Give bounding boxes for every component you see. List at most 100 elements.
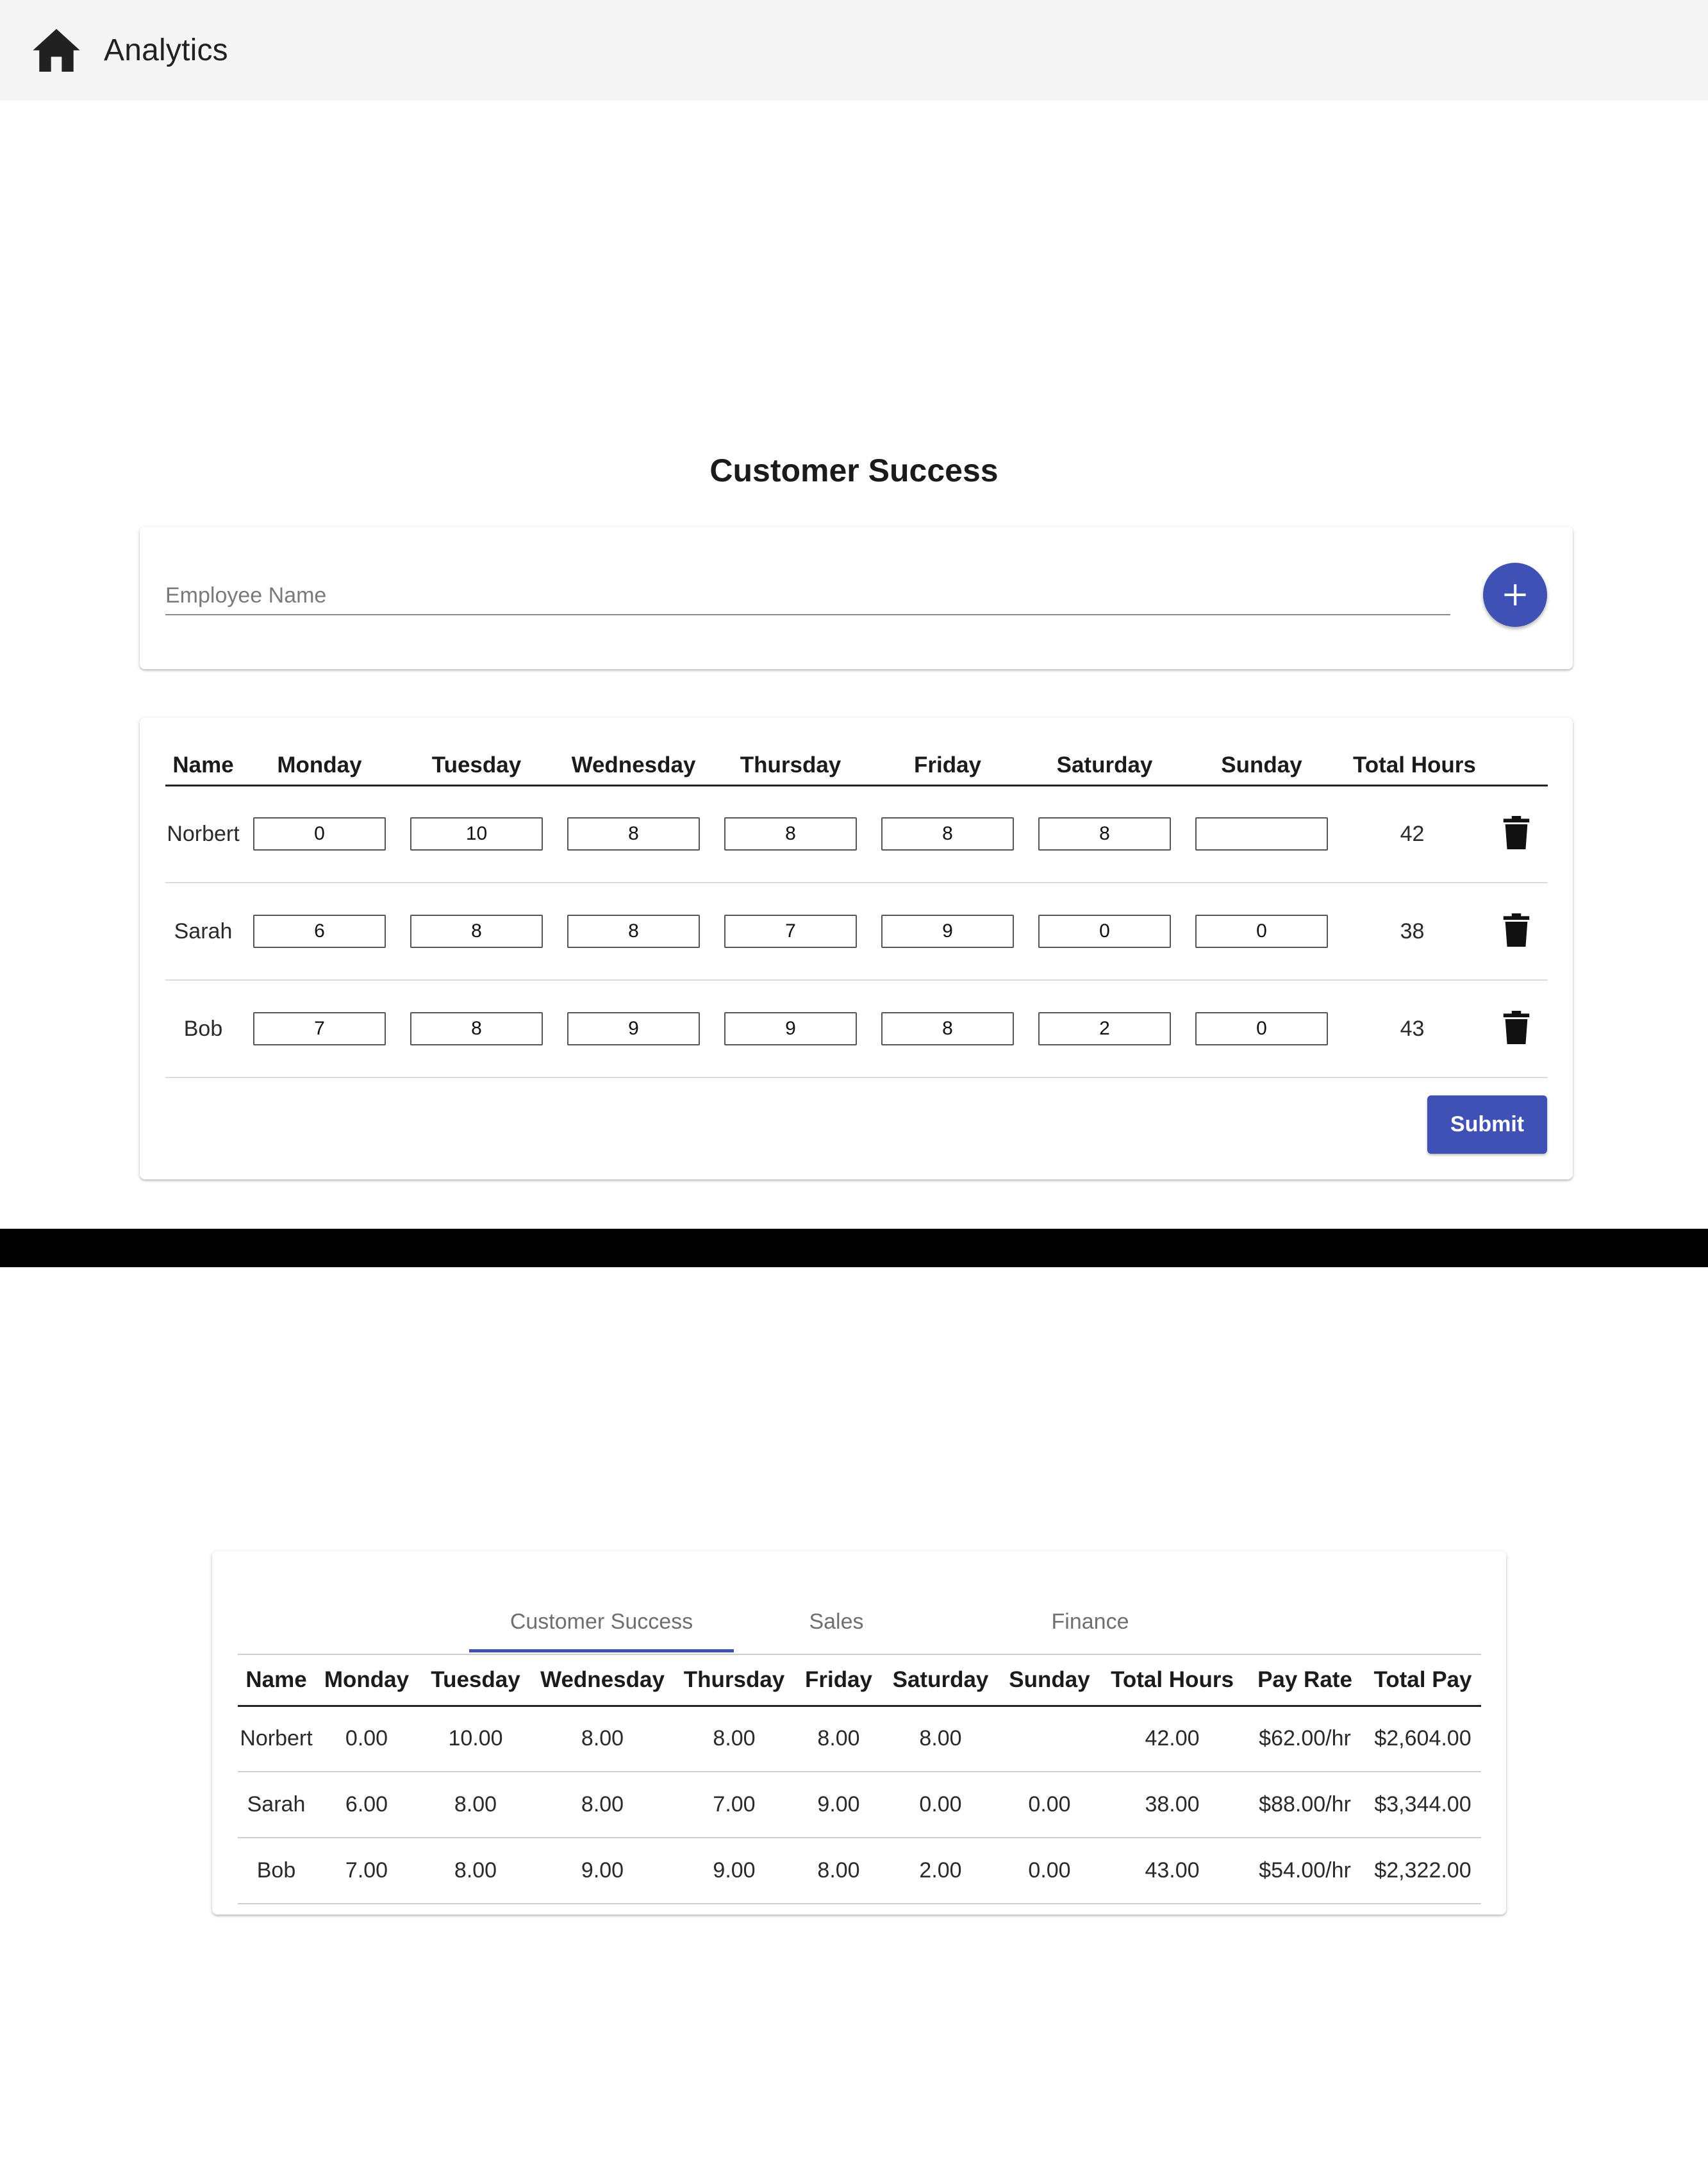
col-header-actions [1484, 747, 1548, 786]
saturday-hours: 2.00 [881, 1838, 1000, 1904]
hours-input-sunday[interactable] [1195, 915, 1328, 948]
saturday-hours: 8.00 [881, 1706, 1000, 1772]
hours-input-wednesday[interactable] [567, 915, 700, 948]
department-title: Customer Success [709, 453, 999, 488]
col-header-thursday: Thursday [712, 747, 869, 786]
table-row: Sarah 6.00 8.00 8.00 7.00 9.00 0.00 0.00… [238, 1772, 1481, 1838]
hours-input-sunday[interactable] [1195, 817, 1328, 851]
active-tab-indicator [469, 1649, 734, 1652]
col-header-friday: Friday [869, 747, 1026, 786]
hours-input-tuesday[interactable] [410, 915, 543, 948]
total-hours: 43.00 [1099, 1838, 1245, 1904]
delete-row-button[interactable] [1497, 1008, 1536, 1047]
tab-sales[interactable]: Sales [772, 1590, 900, 1654]
col-header-saturday: Saturday [881, 1654, 1000, 1707]
app-bar: Analytics [0, 0, 1708, 101]
col-header-monday: Monday [315, 1654, 419, 1707]
col-header-name: Name [165, 747, 241, 786]
summary-table-header: Name Monday Tuesday Wednesday Thursday F… [238, 1654, 1481, 1707]
hours-input-wednesday[interactable] [567, 817, 700, 851]
pay-rate: $88.00/hr [1245, 1772, 1364, 1838]
tuesday-hours: 8.00 [419, 1838, 533, 1904]
home-icon [33, 29, 80, 72]
hours-input-saturday[interactable] [1038, 817, 1171, 851]
friday-hours: 8.00 [796, 1838, 881, 1904]
sunday-hours [1000, 1706, 1099, 1772]
hours-input-saturday[interactable] [1038, 1012, 1171, 1045]
employee-name: Norbert [238, 1706, 315, 1772]
hours-input-monday[interactable] [253, 1012, 386, 1045]
hours-input-tuesday[interactable] [410, 817, 543, 851]
col-header-monday: Monday [241, 747, 398, 786]
hours-input-saturday[interactable] [1038, 915, 1171, 948]
hours-input-friday[interactable] [881, 1012, 1014, 1045]
app-title: Analytics [104, 33, 228, 67]
section-divider [0, 1229, 1708, 1267]
employee-name: Norbert [165, 785, 241, 883]
table-row: Bob 43 [165, 980, 1548, 1078]
sunday-hours: 0.00 [1000, 1772, 1099, 1838]
thursday-hours: 9.00 [672, 1838, 796, 1904]
delete-row-button[interactable] [1497, 813, 1536, 852]
wednesday-hours: 8.00 [533, 1772, 672, 1838]
col-header-friday: Friday [796, 1654, 881, 1707]
table-row: Norbert 0.00 10.00 8.00 8.00 8.00 8.00 4… [238, 1706, 1481, 1772]
col-header-tuesday: Tuesday [419, 1654, 533, 1707]
tab-customer-success[interactable]: Customer Success [469, 1590, 734, 1654]
hours-input-wednesday[interactable] [567, 1012, 700, 1045]
total-pay: $2,604.00 [1364, 1706, 1481, 1772]
employee-name: Sarah [238, 1772, 315, 1838]
trash-icon [1503, 1010, 1529, 1044]
hours-input-thursday[interactable] [724, 915, 857, 948]
friday-hours: 9.00 [796, 1772, 881, 1838]
col-header-thursday: Thursday [672, 1654, 796, 1707]
col-header-pay-rate: Pay Rate [1245, 1654, 1364, 1707]
friday-hours: 8.00 [796, 1706, 881, 1772]
col-header-wednesday: Wednesday [555, 747, 712, 786]
add-employee-button[interactable] [1483, 563, 1547, 627]
summary-card: Customer Success Sales Finance Name Mond… [212, 1551, 1506, 1915]
submit-button[interactable]: Submit [1427, 1095, 1547, 1154]
hours-input-friday[interactable] [881, 915, 1014, 948]
hours-input-friday[interactable] [881, 817, 1014, 851]
col-header-total-pay: Total Pay [1364, 1654, 1481, 1707]
table-row: Norbert 42 [165, 785, 1548, 883]
delete-row-button[interactable] [1497, 911, 1536, 949]
thursday-hours: 7.00 [672, 1772, 796, 1838]
hours-input-monday[interactable] [253, 817, 386, 851]
hours-input-thursday[interactable] [724, 817, 857, 851]
hours-input-sunday[interactable] [1195, 1012, 1328, 1045]
hours-edit-card: Name Monday Tuesday Wednesday Thursday F… [140, 718, 1573, 1179]
employee-name-input[interactable] [165, 577, 1450, 615]
pay-rate: $54.00/hr [1245, 1838, 1364, 1904]
employee-name: Bob [238, 1838, 315, 1904]
col-header-total-hours: Total Hours [1099, 1654, 1245, 1707]
monday-hours: 6.00 [315, 1772, 419, 1838]
wednesday-hours: 9.00 [533, 1838, 672, 1904]
edit-table-header: Name Monday Tuesday Wednesday Thursday F… [165, 747, 1548, 786]
summary-table: Name Monday Tuesday Wednesday Thursday F… [238, 1654, 1481, 1904]
employee-name: Bob [165, 980, 241, 1078]
trash-icon [1503, 815, 1529, 849]
total-pay: $3,344.00 [1364, 1772, 1481, 1838]
col-header-tuesday: Tuesday [398, 747, 555, 786]
sunday-hours: 0.00 [1000, 1838, 1099, 1904]
thursday-hours: 8.00 [672, 1706, 796, 1772]
total-hours: 43 [1340, 980, 1484, 1078]
hours-input-thursday[interactable] [724, 1012, 857, 1045]
monday-hours: 0.00 [315, 1706, 419, 1772]
home-button[interactable] [31, 26, 82, 74]
hours-input-monday[interactable] [253, 915, 386, 948]
plus-icon [1504, 584, 1526, 606]
total-hours: 38.00 [1099, 1772, 1245, 1838]
col-header-sunday: Sunday [1000, 1654, 1099, 1707]
pay-rate: $62.00/hr [1245, 1706, 1364, 1772]
tab-finance[interactable]: Finance [994, 1590, 1186, 1654]
hours-input-tuesday[interactable] [410, 1012, 543, 1045]
tuesday-hours: 10.00 [419, 1706, 533, 1772]
trash-icon [1503, 913, 1529, 947]
col-header-sunday: Sunday [1183, 747, 1340, 786]
wednesday-hours: 8.00 [533, 1706, 672, 1772]
employee-name: Sarah [165, 883, 241, 981]
col-header-saturday: Saturday [1026, 747, 1183, 786]
